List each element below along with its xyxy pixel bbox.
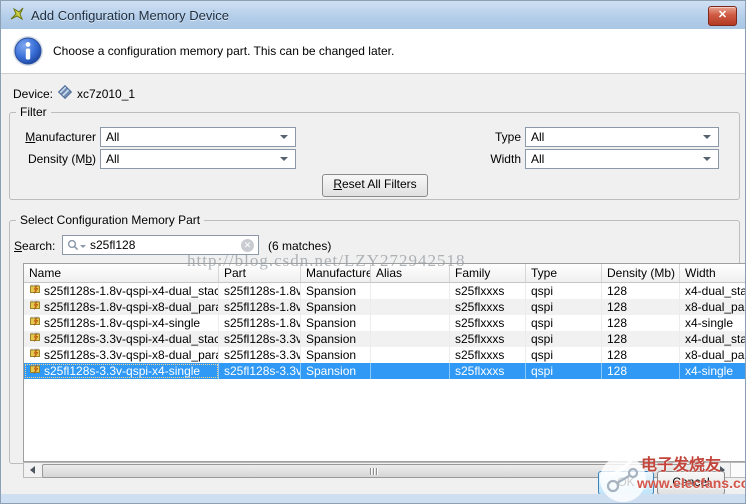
info-icon	[12, 35, 44, 70]
table-row[interactable]: s25fl128s-3.3v-qspi-x4-single s25fl128s-…	[24, 363, 746, 379]
table-body: s25fl128s-1.8v-qspi-x4-dual_stacked s25f…	[24, 283, 746, 379]
width-label: Width	[431, 152, 521, 166]
search-options-icon[interactable]	[80, 245, 86, 248]
type-label: Type	[431, 130, 521, 144]
banner-message: Choose a configuration memory part. This…	[53, 44, 394, 58]
cancel-button[interactable]: Cancel	[657, 471, 725, 495]
window-title: Add Configuration Memory Device	[31, 8, 229, 23]
memory-part-icon	[29, 283, 41, 299]
clear-search-icon[interactable]: ✕	[241, 239, 254, 252]
density-label: Density (Mb)	[10, 152, 96, 166]
memory-part-icon	[29, 299, 41, 315]
column-header-density[interactable]: Density (Mb)	[602, 264, 680, 282]
device-chip-icon	[58, 85, 72, 102]
ok-button[interactable]: OK	[598, 471, 654, 495]
chevron-down-icon	[703, 157, 711, 161]
close-button[interactable]: ✕	[708, 6, 737, 26]
type-combobox[interactable]: All	[525, 127, 719, 147]
select-memory-part-group: Select Configuration Memory Part Search:…	[9, 220, 740, 464]
memory-part-icon	[29, 315, 41, 331]
type-value: All	[531, 130, 703, 144]
memory-parts-table: Name Part Manufacturer Alias Family Type…	[23, 263, 746, 462]
column-header-width[interactable]: Width	[680, 264, 746, 282]
app-icon	[9, 6, 25, 25]
table-row[interactable]: s25fl128s-3.3v-qspi-x8-dual_parallel s25…	[24, 347, 746, 363]
background-window-strip	[1, 494, 745, 504]
match-count: (6 matches)	[268, 239, 331, 253]
width-combobox[interactable]: All	[525, 149, 719, 169]
scrollbar-corner	[730, 463, 746, 477]
info-banner: Choose a configuration memory part. This…	[1, 29, 745, 74]
scroll-left-icon[interactable]	[24, 463, 40, 477]
device-label: Device:	[13, 87, 53, 101]
memory-part-icon	[29, 363, 41, 379]
width-value: All	[531, 152, 703, 166]
chevron-down-icon	[280, 135, 288, 139]
search-box: ✕	[62, 235, 259, 255]
search-icon[interactable]	[67, 239, 79, 251]
density-value: All	[106, 152, 280, 166]
manufacturer-combobox[interactable]: All	[100, 127, 296, 147]
device-row: Device: xc7z010_1	[13, 85, 135, 102]
filter-legend: Filter	[16, 105, 51, 119]
memory-part-icon	[29, 347, 41, 363]
table-row[interactable]: s25fl128s-3.3v-qspi-x4-dual_stacked s25f…	[24, 331, 746, 347]
column-header-part[interactable]: Part	[219, 264, 301, 282]
column-header-manufacturer[interactable]: Manufacturer	[301, 264, 371, 282]
table-row[interactable]: s25fl128s-1.8v-qspi-x4-dual_stacked s25f…	[24, 283, 746, 299]
reset-all-filters-button[interactable]: Reset All Filters	[322, 174, 428, 197]
filter-group: Filter Manufacturer All Density (Mb) All…	[9, 112, 740, 200]
chevron-down-icon	[703, 135, 711, 139]
column-header-name[interactable]: Name	[24, 264, 219, 282]
select-part-legend: Select Configuration Memory Part	[16, 213, 204, 227]
search-label: Search:	[14, 239, 55, 253]
manufacturer-value: All	[106, 130, 280, 144]
column-header-alias[interactable]: Alias	[371, 264, 450, 282]
table-row[interactable]: s25fl128s-1.8v-qspi-x4-single s25fl128s-…	[24, 315, 746, 331]
column-header-type[interactable]: Type	[526, 264, 602, 282]
search-input[interactable]	[88, 238, 241, 252]
memory-part-icon	[29, 331, 41, 347]
column-header-family[interactable]: Family	[450, 264, 526, 282]
table-header: Name Part Manufacturer Alias Family Type…	[24, 264, 746, 283]
density-combobox[interactable]: All	[100, 149, 296, 169]
table-row[interactable]: s25fl128s-1.8v-qspi-x8-dual_parallel s25…	[24, 299, 746, 315]
title-bar[interactable]: Add Configuration Memory Device ✕	[1, 1, 745, 29]
device-value: xc7z010_1	[77, 87, 135, 101]
add-configuration-memory-device-dialog: Add Configuration Memory Device ✕ Choose…	[0, 0, 746, 504]
chevron-down-icon	[280, 157, 288, 161]
manufacturer-label: Manufacturer	[10, 130, 96, 144]
